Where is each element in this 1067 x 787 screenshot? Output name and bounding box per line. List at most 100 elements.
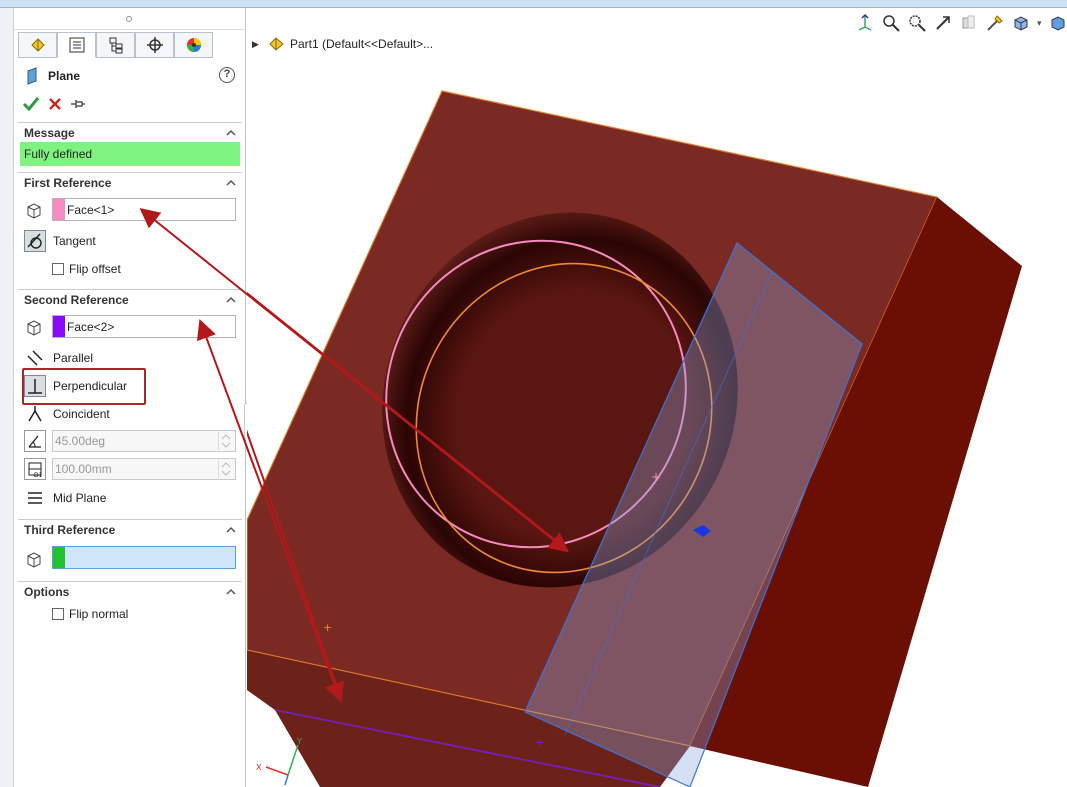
graphics-area[interactable]: + + + Y X [247, 8, 1067, 787]
face1-color-swatch [53, 199, 65, 220]
manager-tabs [18, 32, 213, 60]
first-reference-row [24, 200, 44, 222]
zoom-area-icon[interactable] [907, 13, 927, 33]
help-icon[interactable]: ? [219, 67, 235, 83]
ok-check-icon[interactable] [22, 96, 40, 112]
svg-text:D1: D1 [34, 472, 43, 478]
zoom-to-fit-icon[interactable] [881, 13, 901, 33]
previous-view-icon[interactable] [933, 13, 953, 33]
feature-manager-icon [30, 38, 45, 52]
face2-color-swatch [53, 316, 65, 337]
plane-icon [27, 67, 37, 85]
distance-value: 100.00mm [55, 462, 112, 476]
display-style-icon[interactable] [1048, 13, 1067, 33]
first-reference-header: First Reference [24, 176, 112, 190]
collapse-chevron-icon[interactable] [226, 295, 236, 305]
collapse-chevron-icon[interactable] [226, 525, 236, 535]
feature-tree-flyout[interactable]: ▶ Part1 (Default<<Default>... [252, 36, 433, 52]
dropdown-arrow-icon[interactable]: ▾ [1037, 13, 1042, 33]
flip-normal-checkbox[interactable]: Flip normal [52, 605, 128, 623]
angle-option[interactable] [24, 429, 46, 453]
collapse-chevron-icon[interactable] [226, 587, 236, 597]
face-select-icon [27, 203, 41, 219]
mid-plane-label: Mid Plane [53, 491, 107, 505]
section-view-icon[interactable] [959, 13, 979, 33]
action-buttons [22, 96, 86, 112]
collapse-chevron-icon[interactable] [226, 178, 236, 188]
collapse-chevron-icon[interactable] [226, 128, 236, 138]
model-viewport: + + + Y X [247, 90, 1022, 787]
options-section: Options [18, 581, 242, 602]
mid-plane-option[interactable]: Mid Plane [24, 486, 106, 510]
grip-dot-icon [126, 16, 132, 22]
tab-display-manager[interactable] [174, 32, 213, 58]
distance-input[interactable]: 100.00mm [52, 458, 236, 480]
coincident-label: Coincident [53, 407, 110, 421]
parallel-option[interactable]: Parallel [24, 346, 93, 370]
first-reference-section: First Reference [18, 172, 242, 193]
feature-name: Plane [48, 69, 81, 83]
third-reference-row [24, 549, 44, 571]
third-reference-header: Third Reference [24, 523, 116, 537]
message-section: Message [18, 122, 242, 143]
cancel-x-icon[interactable] [48, 97, 62, 111]
distance-spinner[interactable] [218, 460, 234, 478]
third-reference-section: Third Reference [18, 519, 242, 540]
dimxpert-icon [146, 37, 163, 53]
checkbox-box[interactable] [52, 608, 64, 620]
flip-normal-label: Flip normal [69, 607, 129, 621]
view-orientation-icon[interactable] [855, 13, 875, 33]
distance-option[interactable]: D1 [24, 457, 46, 481]
tangent-icon [24, 230, 46, 252]
pushpin-icon[interactable] [70, 97, 86, 111]
perpendicular-callout-box [22, 368, 146, 405]
coincident-icon [24, 403, 46, 425]
third-reference-field[interactable] [52, 546, 236, 569]
expand-arrow-icon[interactable]: ▶ [252, 39, 262, 50]
status-message: Fully defined [20, 142, 240, 166]
property-manager-title: Plane [24, 66, 80, 86]
second-reference-field[interactable]: Face<2> [52, 315, 236, 338]
angle-input[interactable]: 45.00deg [52, 430, 236, 452]
tab-feature-manager[interactable] [18, 32, 57, 58]
tab-configuration-manager[interactable] [96, 32, 135, 58]
svg-text:Y: Y [296, 737, 302, 746]
angle-value: 45.00deg [55, 434, 106, 448]
flip-offset-checkbox[interactable]: Flip offset [52, 260, 121, 278]
tangent-option[interactable]: Tangent [24, 229, 96, 253]
view-settings-icon[interactable] [985, 13, 1005, 33]
angle-icon [24, 430, 46, 452]
flip-offset-label: Flip offset [69, 262, 121, 276]
second-reference-value: Face<2> [67, 320, 115, 334]
tab-property-manager[interactable] [57, 32, 96, 58]
point-mark-icon: + [323, 621, 332, 634]
heads-up-view-toolbar: ▾ [855, 13, 1067, 33]
part-name: Part1 (Default<<Default>... [290, 37, 434, 51]
configuration-manager-icon [109, 37, 122, 54]
message-section-header: Message [24, 126, 75, 140]
angle-spinner[interactable] [218, 432, 234, 450]
first-reference-field[interactable]: Face<1> [52, 198, 236, 221]
svg-text:X: X [256, 763, 262, 772]
mid-plane-icon [24, 487, 46, 509]
tangent-label: Tangent [53, 234, 96, 248]
options-header: Options [24, 585, 70, 599]
parallel-label: Parallel [53, 351, 94, 365]
left-task-strip [0, 8, 14, 787]
tab-dimxpert[interactable] [135, 32, 174, 58]
display-manager-icon [186, 38, 201, 52]
property-manager-icon [69, 37, 84, 53]
face-select-icon [27, 552, 41, 568]
origin-mark-icon: + [651, 470, 661, 484]
display-style-icon[interactable] [1011, 13, 1031, 33]
window-title-strip [0, 0, 1067, 8]
face3-color-swatch [53, 547, 65, 568]
first-reference-value: Face<1> [67, 203, 115, 217]
panel-grip[interactable] [14, 8, 246, 30]
coincident-option[interactable]: Coincident [24, 402, 110, 426]
checkbox-box[interactable] [52, 263, 64, 275]
face-select-icon [27, 320, 41, 336]
second-reference-row [24, 317, 44, 339]
point-mark-icon: + [535, 736, 544, 749]
part-icon [269, 37, 284, 51]
